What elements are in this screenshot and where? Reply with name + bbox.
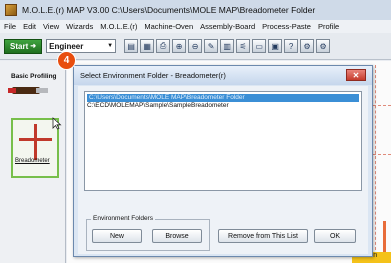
role-value: Engineer (49, 41, 84, 51)
menu-view[interactable]: View (43, 22, 59, 31)
menu-profile[interactable]: Profile (318, 22, 339, 31)
guide-line (373, 105, 391, 106)
dialog-title-bar: Select Environment Folder - Breadometer(… (74, 66, 372, 85)
remove-from-list-button[interactable]: Remove from This List (218, 229, 308, 243)
menu-process-paste[interactable]: Process-Paste (262, 22, 311, 31)
probe-cap-icon (8, 88, 16, 93)
close-icon[interactable]: ✕ (346, 69, 366, 81)
menu-wizards[interactable]: Wizards (66, 22, 93, 31)
probe-tip-icon (36, 88, 48, 93)
dialog-title: Select Environment Folder - Breadometer(… (80, 71, 226, 80)
grid-icon[interactable]: ▣ (268, 39, 283, 53)
menu-machine-oven[interactable]: Machine-Oven (144, 22, 193, 31)
zoom-out-icon[interactable]: ⊖ (188, 39, 203, 53)
title-bar: M.O.L.E.(r) MAP V3.00 C:\Users\Documents… (0, 0, 391, 20)
chevron-down-icon: ▼ (107, 43, 114, 49)
breadometer-label: Breadometer (15, 158, 50, 164)
mouse-cursor-icon (52, 117, 62, 130)
app-icon (5, 4, 17, 16)
ok-button[interactable]: OK (314, 229, 356, 243)
battery-icon[interactable]: ▭ (252, 39, 267, 53)
open-icon[interactable]: ▤ (124, 39, 139, 53)
start-button[interactable]: Start ➜ (4, 38, 43, 54)
settings-icon[interactable]: ✎ (204, 39, 219, 53)
tool-a-icon[interactable]: ⚙ (300, 39, 315, 53)
breadometer-cross-icon (34, 124, 37, 160)
guide-line (373, 154, 391, 155)
zoom-in-icon[interactable]: ⊕ (172, 39, 187, 53)
arrow-right-icon: ➜ (30, 43, 37, 50)
start-label: Start (10, 41, 29, 51)
folder-list[interactable]: C:\Users\Documents\MOLE MAP\Breadometer … (84, 91, 362, 191)
browse-button[interactable]: Browse (152, 229, 202, 243)
print-icon[interactable]: ⎙ (156, 39, 171, 53)
dialog-body: C:\Users\Documents\MOLE MAP\Breadometer … (78, 86, 368, 254)
new-button[interactable]: New (92, 229, 142, 243)
left-panel: Basic Profiling Breadometer (0, 61, 66, 263)
menu-file[interactable]: File (4, 22, 16, 31)
select-environment-dialog: Select Environment Folder - Breadometer(… (73, 65, 373, 257)
menu-assembly-board[interactable]: Assembly-Board (200, 22, 255, 31)
basic-profiling-label: Basic Profiling (11, 73, 57, 80)
probe-icon[interactable]: ⚟ (236, 39, 251, 53)
group-label: Environment Folders (91, 215, 155, 222)
help-icon[interactable]: ? (284, 39, 299, 53)
window-title: M.O.L.E.(r) MAP V3.00 C:\Users\Documents… (22, 5, 316, 15)
list-item[interactable]: C:\ECD\MOLEMAP\Sample\SampleBreadometer (85, 102, 361, 110)
step-number-badge: 4 (57, 51, 76, 70)
menu-bar: File Edit View Wizards M.O.L.E.(r) Machi… (0, 20, 391, 33)
tool-b-icon[interactable]: ⚙ (316, 39, 331, 53)
save-icon[interactable]: ▦ (140, 39, 155, 53)
list-item[interactable]: C:\Users\Documents\MOLE MAP\Breadometer … (87, 94, 359, 102)
menu-mole[interactable]: M.O.L.E.(r) (100, 22, 137, 31)
breadometer-cross-bar (19, 138, 52, 141)
app-window: M.O.L.E.(r) MAP V3.00 C:\Users\Documents… (0, 0, 391, 263)
role-select[interactable]: Engineer ▼ (46, 39, 117, 53)
menu-edit[interactable]: Edit (23, 22, 36, 31)
chart-icon[interactable]: ▥ (220, 39, 235, 53)
guide-line (375, 65, 376, 255)
